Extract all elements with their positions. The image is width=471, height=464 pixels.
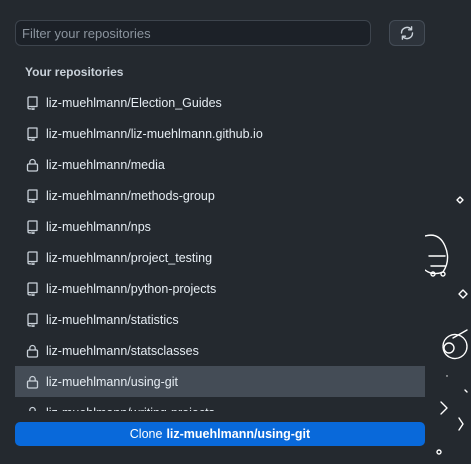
repo-list-item[interactable]: liz-muehlmann/statistics bbox=[15, 304, 425, 335]
repo-list-item[interactable]: liz-muehlmann/media bbox=[15, 149, 425, 180]
star-icon bbox=[458, 289, 468, 299]
repo-name: liz-muehlmann/media bbox=[46, 157, 165, 172]
sparkle-icon bbox=[440, 389, 468, 415]
clone-button[interactable]: Clone liz-muehlmann/using-git bbox=[15, 422, 425, 446]
repo-name: liz-muehlmann/methods-group bbox=[46, 188, 215, 203]
repo-name: liz-muehlmann/writing-projects bbox=[46, 406, 215, 412]
clone-button-prefix: Clone bbox=[129, 427, 163, 441]
section-header: Your repositories bbox=[25, 65, 124, 79]
repo-list-item[interactable]: liz-muehlmann/writing-projects bbox=[15, 397, 425, 411]
refresh-icon bbox=[400, 26, 414, 40]
repo-name: liz-muehlmann/statsclasses bbox=[46, 343, 199, 358]
repo-name: liz-muehlmann/using-git bbox=[46, 374, 179, 389]
repo-list-item[interactable]: liz-muehlmann/python-projects bbox=[15, 273, 425, 304]
repo-name: liz-muehlmann/python-projects bbox=[46, 281, 217, 296]
repo-name: liz-muehlmann/statistics bbox=[46, 312, 179, 327]
lock-icon bbox=[25, 344, 39, 358]
repo-icon bbox=[25, 188, 39, 203]
repo-list-item[interactable]: liz-muehlmann/statsclasses bbox=[15, 335, 425, 366]
repository-list[interactable]: liz-muehlmann/Election_Guides liz-muehlma… bbox=[15, 87, 425, 411]
repo-list-item[interactable]: liz-muehlmann/methods-group bbox=[15, 180, 425, 211]
refresh-button[interactable] bbox=[389, 20, 425, 46]
repo-list-item[interactable]: liz-muehlmann/nps bbox=[15, 211, 425, 242]
repo-icon bbox=[25, 281, 39, 296]
satellite-icon bbox=[456, 196, 464, 204]
repo-name: liz-muehlmann/Election_Guides bbox=[46, 95, 222, 110]
repo-icon bbox=[25, 219, 39, 234]
repo-list-item[interactable]: liz-muehlmann/Election_Guides bbox=[15, 87, 425, 118]
rocket-icon bbox=[425, 234, 449, 275]
search-row bbox=[15, 20, 425, 46]
repo-name: liz-muehlmann/liz-muehlmann.github.io bbox=[46, 126, 263, 141]
repo-icon bbox=[25, 250, 39, 265]
repo-name: liz-muehlmann/project_testing bbox=[46, 250, 213, 265]
repo-icon bbox=[25, 312, 39, 327]
filter-repositories-input[interactable] bbox=[15, 20, 371, 46]
repo-icon bbox=[25, 95, 39, 110]
lock-icon bbox=[25, 375, 39, 389]
repo-icon bbox=[25, 126, 39, 141]
repo-list-item[interactable]: liz-muehlmann/using-git bbox=[15, 366, 425, 397]
repo-list-item[interactable]: liz-muehlmann/project_testing bbox=[15, 242, 425, 273]
space-illustration bbox=[425, 196, 468, 455]
repo-name: liz-muehlmann/nps bbox=[46, 219, 151, 234]
clone-repository-panel: Your repositories liz-muehlmann/Election… bbox=[0, 0, 471, 464]
clone-button-repo: liz-muehlmann/using-git bbox=[166, 427, 311, 441]
lock-icon bbox=[25, 158, 39, 172]
repo-list-item[interactable]: liz-muehlmann/liz-muehlmann.github.io bbox=[15, 118, 425, 149]
lock-icon bbox=[25, 406, 39, 411]
